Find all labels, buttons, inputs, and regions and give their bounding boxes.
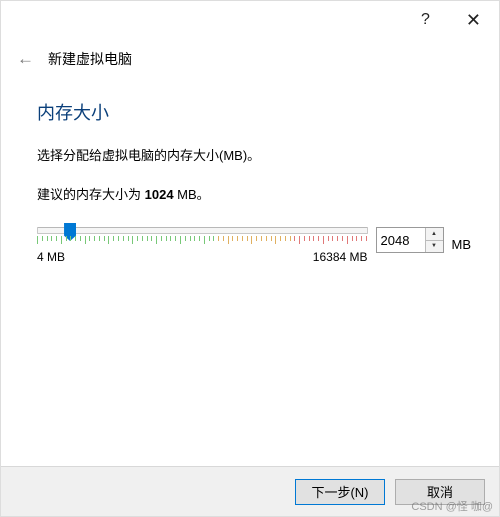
back-arrow-icon[interactable]: ← <box>17 49 34 69</box>
memory-value[interactable]: 2048 <box>377 233 425 248</box>
memory-unit: MB <box>452 237 472 252</box>
spinner-down-icon[interactable]: ▼ <box>426 241 443 253</box>
cancel-button[interactable]: 取消 <box>395 479 485 505</box>
memory-slider[interactable]: 4 MB 16384 MB <box>37 227 368 264</box>
memory-spinner[interactable]: 2048 ▲ ▼ <box>376 227 444 253</box>
next-button[interactable]: 下一步(N) <box>295 479 385 505</box>
recommend-text: 建议的内存大小为 1024 MB。 <box>37 184 471 203</box>
section-description: 选择分配给虚拟电脑的内存大小(MB)。 <box>37 145 471 164</box>
slider-max-label: 16384 MB <box>313 250 368 264</box>
wizard-title: 新建虚拟电脑 <box>48 49 132 69</box>
slider-min-label: 4 MB <box>37 250 65 264</box>
close-icon[interactable]: ✕ <box>466 10 481 31</box>
section-heading: 内存大小 <box>37 99 471 125</box>
help-icon[interactable]: ? <box>421 11 430 29</box>
spinner-up-icon[interactable]: ▲ <box>426 228 443 241</box>
